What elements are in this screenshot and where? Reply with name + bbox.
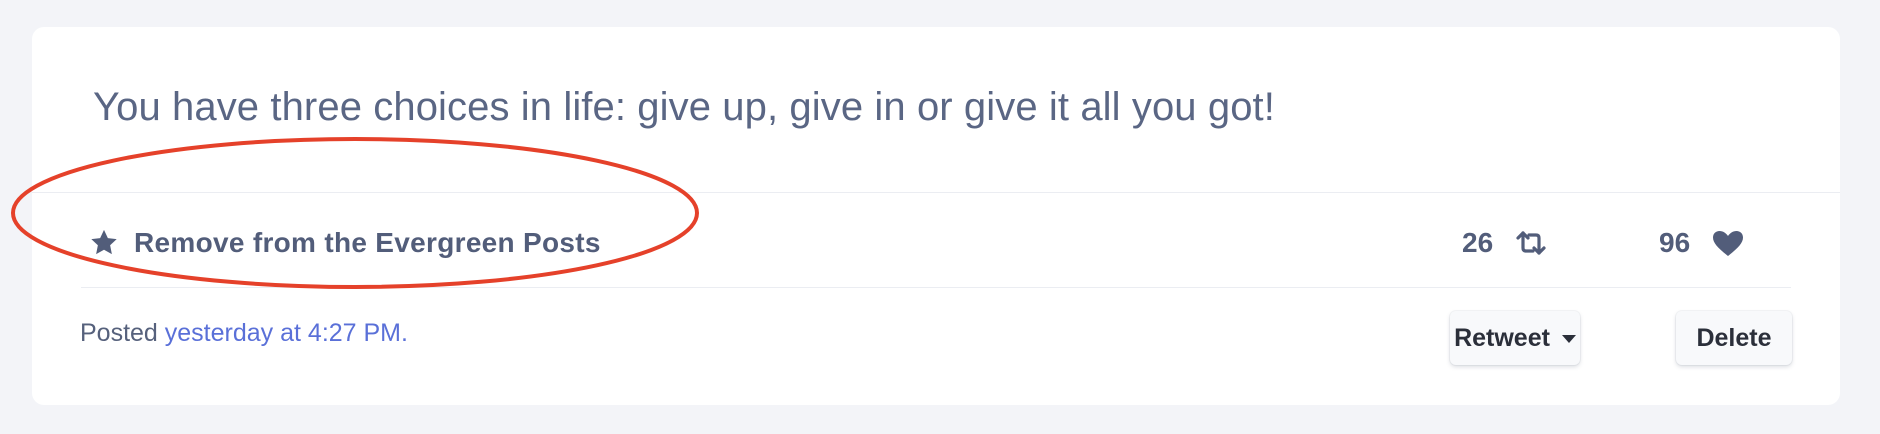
retweet-dropdown-button[interactable]: Retweet	[1450, 311, 1580, 365]
like-count-value: 96	[1659, 227, 1691, 258]
retweet-count: 26	[1462, 227, 1549, 259]
post-text: You have three choices in life: give up,…	[93, 85, 1275, 129]
retweet-icon	[1516, 231, 1546, 255]
like-count: 96	[1659, 227, 1746, 259]
divider	[32, 192, 1840, 193]
divider	[81, 287, 1791, 288]
post-card: You have three choices in life: give up,…	[32, 27, 1840, 405]
posted-prefix: Posted	[80, 319, 165, 347]
remove-evergreen-button[interactable]: Remove from the Evergreen Posts	[88, 227, 601, 259]
delete-button-label: Delete	[1696, 323, 1772, 352]
heart-icon	[1713, 231, 1744, 256]
remove-evergreen-label: Remove from the Evergreen Posts	[134, 227, 601, 258]
posted-time-link[interactable]: yesterday at 4:27 PM.	[165, 319, 408, 347]
retweet-button-label: Retweet	[1454, 323, 1550, 352]
posted-timestamp: Posted yesterday at 4:27 PM.	[80, 319, 408, 348]
delete-button[interactable]: Delete	[1676, 311, 1792, 365]
star-icon	[91, 229, 117, 255]
retweet-count-value: 26	[1462, 227, 1494, 258]
caret-down-icon	[1561, 335, 1576, 343]
